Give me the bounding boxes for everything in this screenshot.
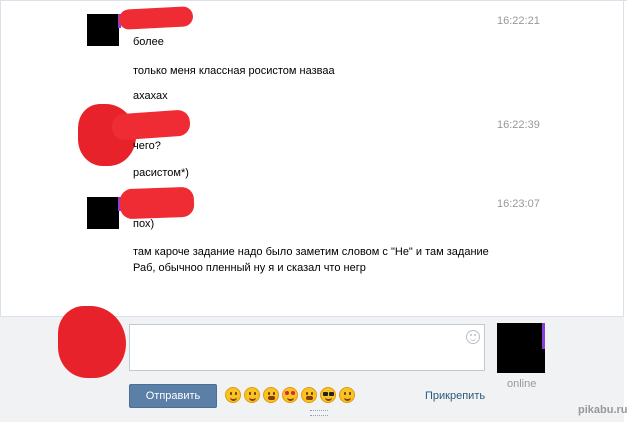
redacted-own-avatar	[58, 306, 126, 378]
happy-face-icon[interactable]	[339, 387, 355, 403]
contact-avatar[interactable]	[497, 323, 545, 373]
watermark-logo: pikabu.ru	[578, 404, 627, 416]
attach-link[interactable]: Прикрепить	[425, 390, 485, 402]
avatar[interactable]	[87, 197, 121, 229]
smiling-face-icon[interactable]	[244, 387, 260, 403]
weary-face-icon[interactable]	[301, 387, 317, 403]
message-input[interactable]	[129, 324, 485, 371]
message-text: только меня классная росистом назваа	[133, 65, 335, 77]
message-time: 16:23:07	[497, 198, 540, 210]
avatar[interactable]	[87, 14, 121, 46]
message-text: ахахах	[133, 90, 168, 102]
message-time: 16:22:39	[497, 119, 540, 131]
send-button[interactable]: Отправить	[129, 384, 217, 408]
redacted-name	[118, 6, 194, 30]
message-text: более	[133, 36, 164, 48]
top-border	[0, 0, 627, 1]
message-text: пох)	[133, 218, 155, 230]
sunglasses-face-icon[interactable]	[320, 387, 336, 403]
grinning-face-icon[interactable]	[263, 387, 279, 403]
message-text: там кароче задание надо было заметим сло…	[133, 246, 489, 258]
resize-handle-line	[310, 415, 328, 417]
relieved-face-icon[interactable]	[225, 387, 241, 403]
resize-handle[interactable]	[310, 410, 328, 412]
redacted-name	[111, 109, 191, 141]
message-text: Раб, обычноо пленный ну я и сказал что н…	[133, 262, 366, 274]
heart-eyes-face-icon[interactable]	[282, 387, 298, 403]
message-text: расистом*)	[133, 167, 189, 179]
avatar-accent	[542, 323, 545, 349]
redacted-name	[119, 186, 195, 220]
emoji-quick-bar	[225, 387, 355, 403]
online-status: online	[507, 378, 537, 390]
emoji-picker-icon[interactable]	[466, 330, 480, 344]
message-time: 16:22:21	[497, 15, 540, 27]
message-text: чего?	[133, 140, 161, 152]
